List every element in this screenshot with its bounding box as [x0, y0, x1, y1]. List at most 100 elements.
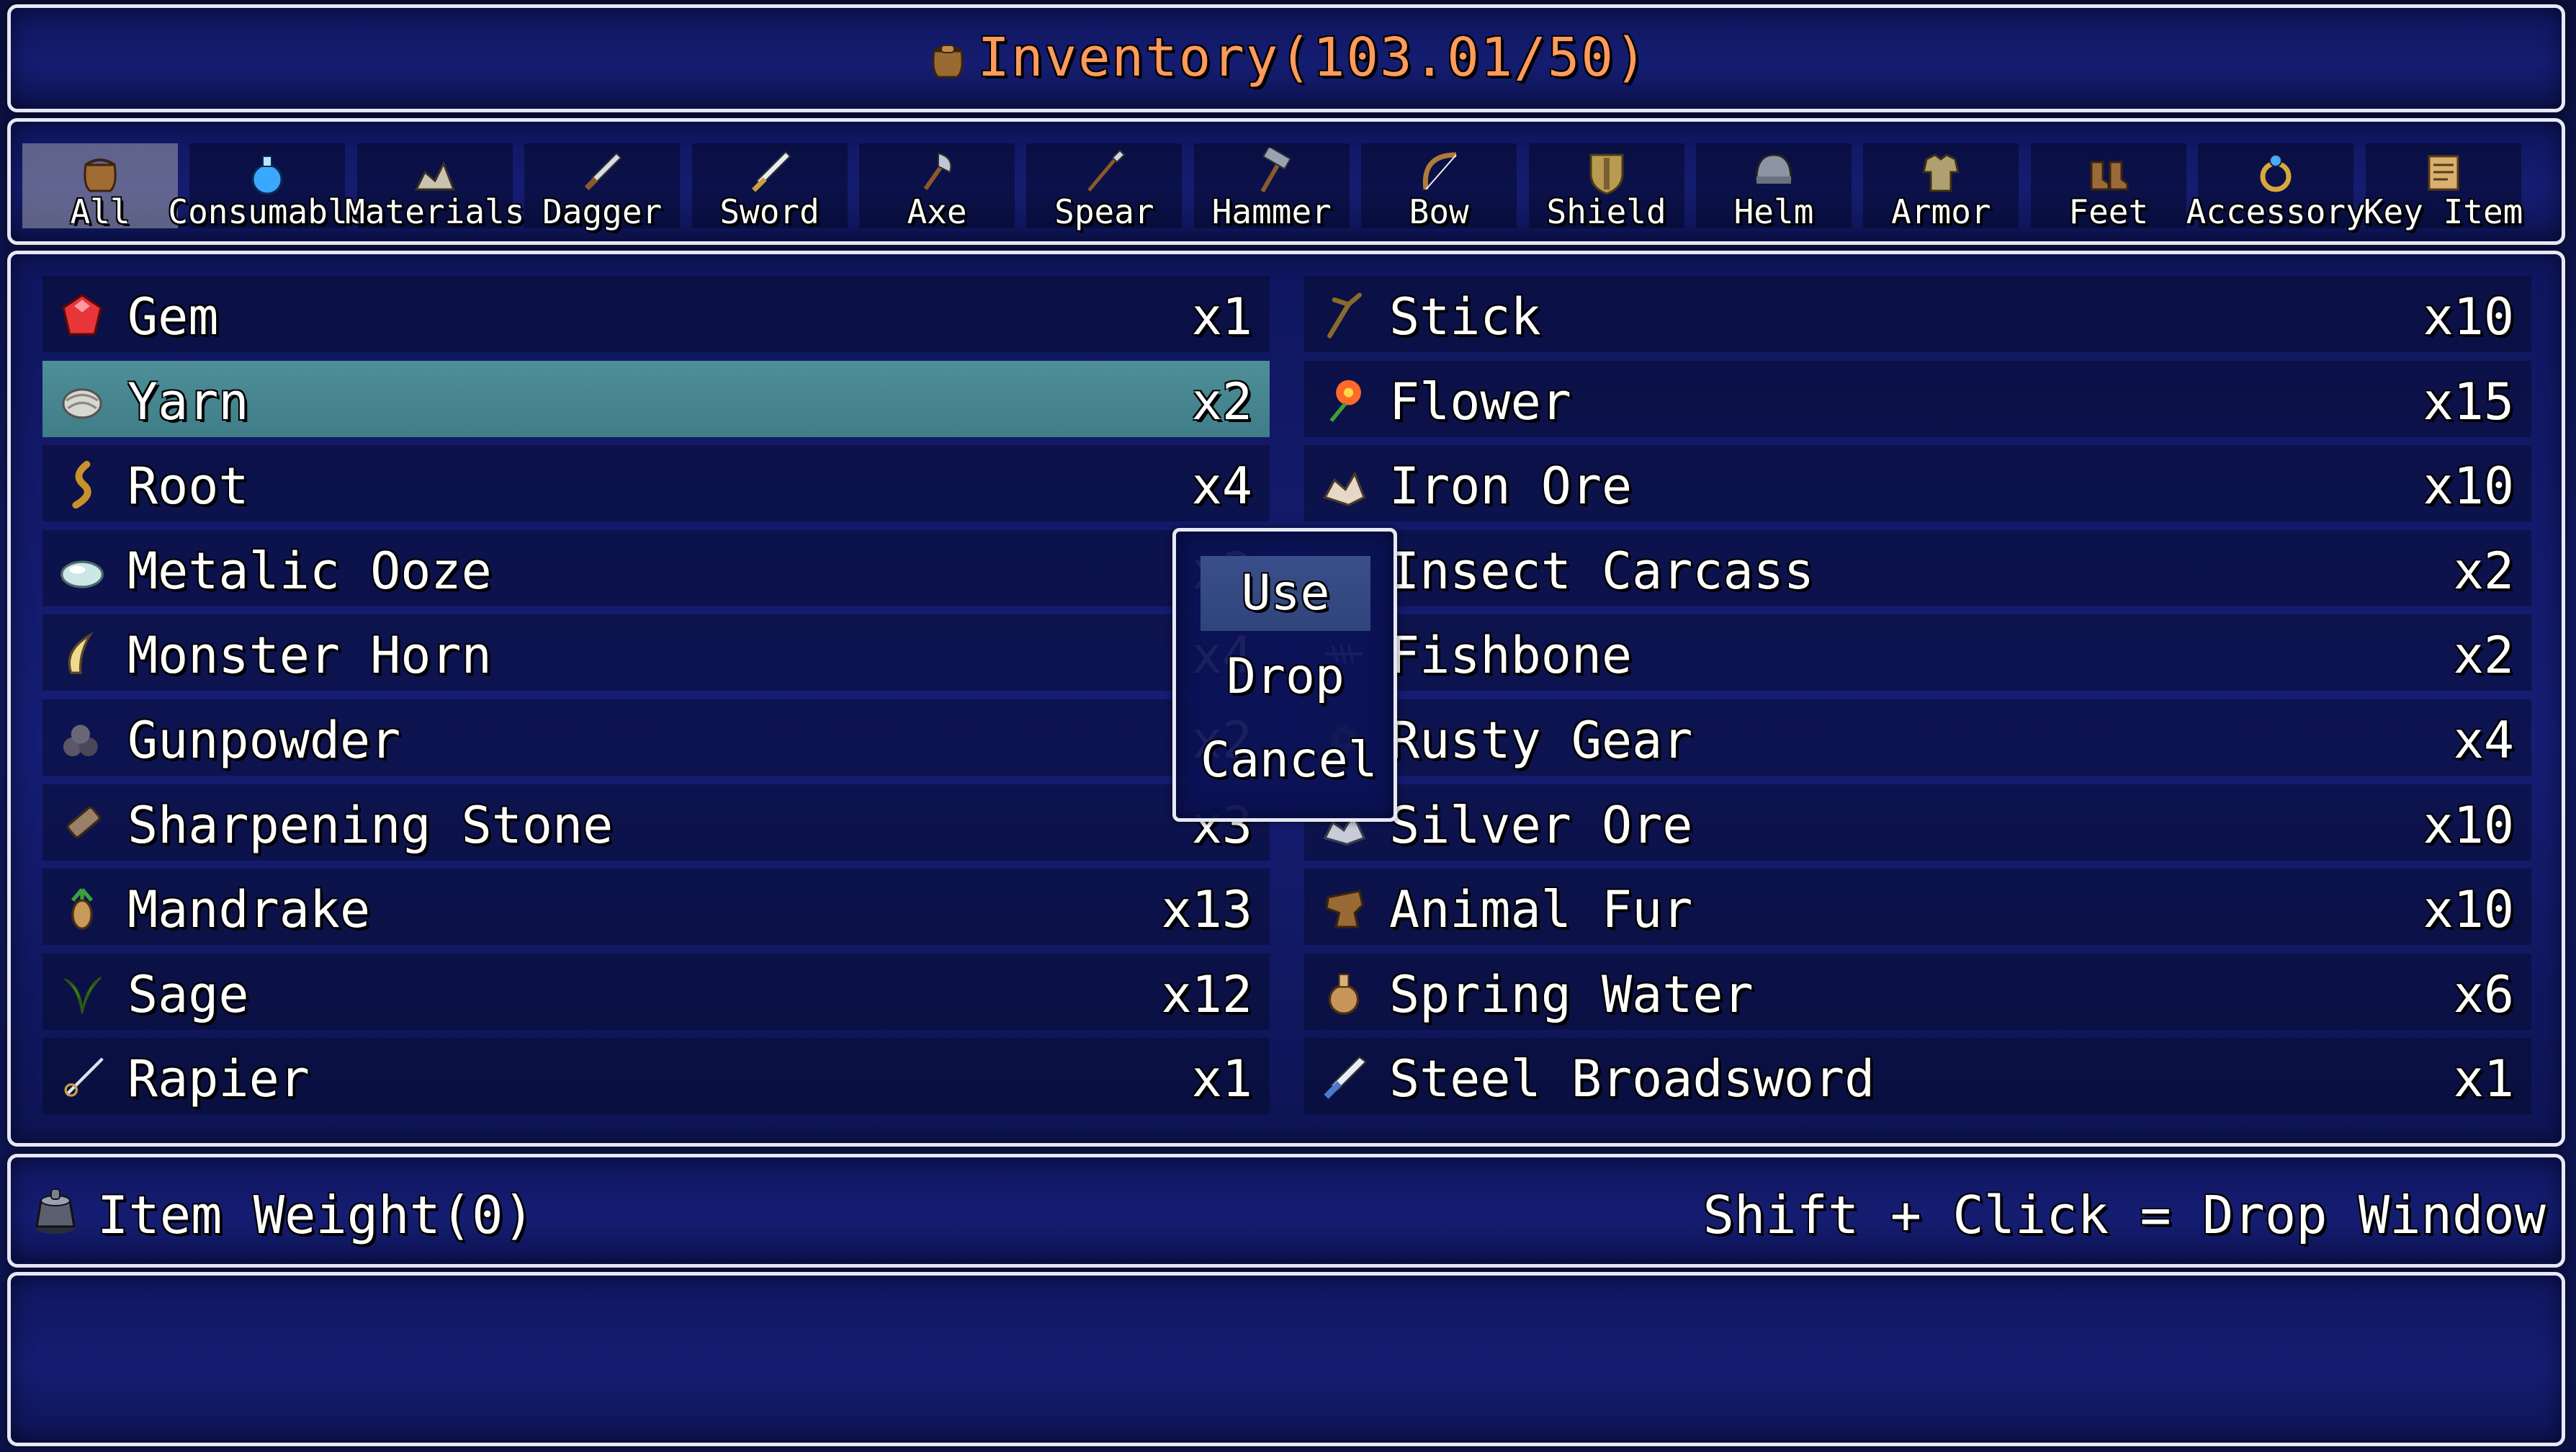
item-name: Rusty Gear [1389, 711, 1693, 770]
item-row-monster-horn[interactable]: Monster Hornx4 [42, 614, 1270, 691]
tab-axe[interactable]: Axe [859, 143, 1015, 231]
sword-icon [751, 151, 791, 192]
item-row-rapier[interactable]: Rapier x1 [42, 1038, 1270, 1115]
item-quantity: x6 [2453, 964, 2514, 1024]
ooze-icon [60, 560, 104, 588]
category-tabs-window: All Consumable Materials Dagger Sword Axe Spea… [7, 118, 2565, 245]
item-row-mandrake[interactable]: Mandrake x13 [42, 869, 1270, 946]
tab-key-item[interactable]: Key Item [2364, 143, 2523, 231]
armor-icon [1922, 153, 1960, 192]
item-quantity: x10 [2423, 457, 2514, 516]
item-name: Iron Ore [1389, 457, 1633, 516]
tab-accessory[interactable]: Accessory [2186, 143, 2366, 231]
item-name: Flower [1389, 372, 1571, 431]
item-row-fishbone[interactable]: Fishbone x2 [1304, 614, 2531, 691]
ore-pile-icon [414, 161, 455, 191]
item-quantity: x2 [2453, 626, 2514, 686]
water-flask-icon [1328, 973, 1360, 1015]
item-row-gem[interactable]: Gem x1 [42, 276, 1270, 352]
boots-icon [2090, 161, 2129, 191]
item-quantity: x2 [2453, 541, 2514, 601]
tab-dagger[interactable]: Dagger [524, 143, 681, 231]
item-description-window [7, 1272, 2565, 1446]
spear-icon [1087, 149, 1126, 192]
item-quantity: x4 [2453, 711, 2514, 770]
item-row-gunpowder[interactable]: Gunpowderx2 [42, 699, 1270, 776]
item-weight-label: Item Weight(0) [97, 1185, 534, 1245]
item-quantity: x10 [2423, 795, 2514, 855]
title-label: Inventory(103.01/50) [977, 27, 1648, 89]
item-name: Root [127, 457, 249, 516]
tab-shield[interactable]: Shield [1528, 143, 1684, 231]
item-quantity: x12 [1161, 964, 1252, 1024]
helm-icon [1755, 153, 1792, 184]
item-row-root[interactable]: Root x4 [42, 445, 1270, 522]
use-command[interactable]: Use [1201, 556, 1370, 631]
tab-feet[interactable]: Feet [2030, 143, 2186, 231]
item-name: Monster Horn [127, 626, 492, 686]
item-row-sharpening-stone[interactable]: Sharpening Stone x3 [42, 784, 1270, 861]
bag-icon [932, 45, 964, 79]
item-name: Yarn [127, 372, 249, 431]
item-name: Metalic Ooze [127, 541, 492, 601]
item-command-menu: Use Drop Cancel [1172, 528, 1397, 822]
bag-icon [84, 158, 117, 192]
rapier-icon [64, 1057, 104, 1098]
item-quantity: x4 [1191, 457, 1252, 516]
shield-icon [1589, 153, 1624, 195]
gem-icon [62, 293, 102, 336]
tab-all[interactable]: All [22, 143, 178, 231]
tab-consumable[interactable]: Consumable [168, 143, 367, 231]
drop-command[interactable]: Drop [1201, 640, 1370, 714]
tab-armor[interactable]: Armor [1863, 143, 2019, 231]
mandrake-icon [71, 888, 94, 931]
item-row-animal-fur[interactable]: Animal Fur x10 [1304, 869, 2531, 946]
tab-sword[interactable]: Sword [691, 143, 848, 231]
cancel-command[interactable]: Cancel [1201, 723, 1378, 798]
stick-icon [1327, 292, 1363, 339]
tab-hammer[interactable]: Hammer [1193, 143, 1350, 231]
item-row-iron-ore[interactable]: Iron Ore x10 [1304, 445, 2531, 522]
item-row-sage[interactable]: Sage x12 [42, 953, 1270, 1030]
item-name: Animal Fur [1389, 880, 1693, 940]
item-name: Rapier [127, 1049, 310, 1109]
item-name: Fishbone [1389, 626, 1633, 686]
tab-spear[interactable]: Spear [1026, 143, 1182, 231]
tab-label: Key Item [2363, 192, 2523, 231]
hammer-icon [1260, 148, 1291, 193]
item-quantity: x1 [1191, 1049, 1252, 1109]
fur-icon [1325, 889, 1364, 928]
tab-bow[interactable]: Bow [1361, 143, 1517, 231]
tab-helm[interactable]: Helm [1696, 143, 1852, 231]
item-row-spring-water[interactable]: Spring Water x6 [1304, 953, 2531, 1030]
item-row-stick[interactable]: Stick x10 [1304, 276, 2531, 352]
item-name: Sage [127, 964, 249, 1024]
dagger-icon [584, 152, 622, 191]
item-row-silver-ore[interactable]: Silver Ore x10 [1304, 784, 2531, 861]
item-quantity: x1 [2453, 1049, 2514, 1109]
item-row-steel-broadsword[interactable]: Steel Broadsword x1 [1304, 1038, 2531, 1115]
tab-materials[interactable]: Materials [345, 143, 524, 231]
item-name: Mandrake [127, 880, 371, 940]
item-name: Stick [1389, 287, 1541, 346]
root-icon [72, 460, 91, 509]
item-row-metalic-ooze[interactable]: Metalic Oozex2 [42, 529, 1270, 606]
item-row-insect-carcass[interactable]: Insect Carcass x2 [1304, 529, 2531, 606]
item-name: Sharpening Stone [127, 795, 614, 855]
item-name: Spring Water [1389, 964, 1754, 1024]
gunpowder-icon [63, 725, 98, 756]
item-row-flower[interactable]: Flower x15 [1304, 360, 2531, 437]
item-quantity: x10 [2423, 287, 2514, 346]
item-row-yarn[interactable]: Yarn x2 [42, 360, 1270, 437]
item-name: Gem [127, 287, 219, 346]
ring-icon [2260, 154, 2292, 192]
broadsword-icon [1324, 1056, 1368, 1100]
potion-icon [251, 156, 283, 195]
item-name: Gunpowder [127, 711, 401, 770]
inventory-title: Inventory(103.01/50) [11, 27, 2562, 89]
item-row-rusty-gear[interactable]: Rusty Gear x4 [1304, 699, 2531, 776]
scroll-icon [2428, 155, 2459, 191]
yarn-icon [62, 387, 102, 419]
item-quantity: x13 [1161, 880, 1252, 940]
item-name: Steel Broadsword [1389, 1049, 1875, 1109]
